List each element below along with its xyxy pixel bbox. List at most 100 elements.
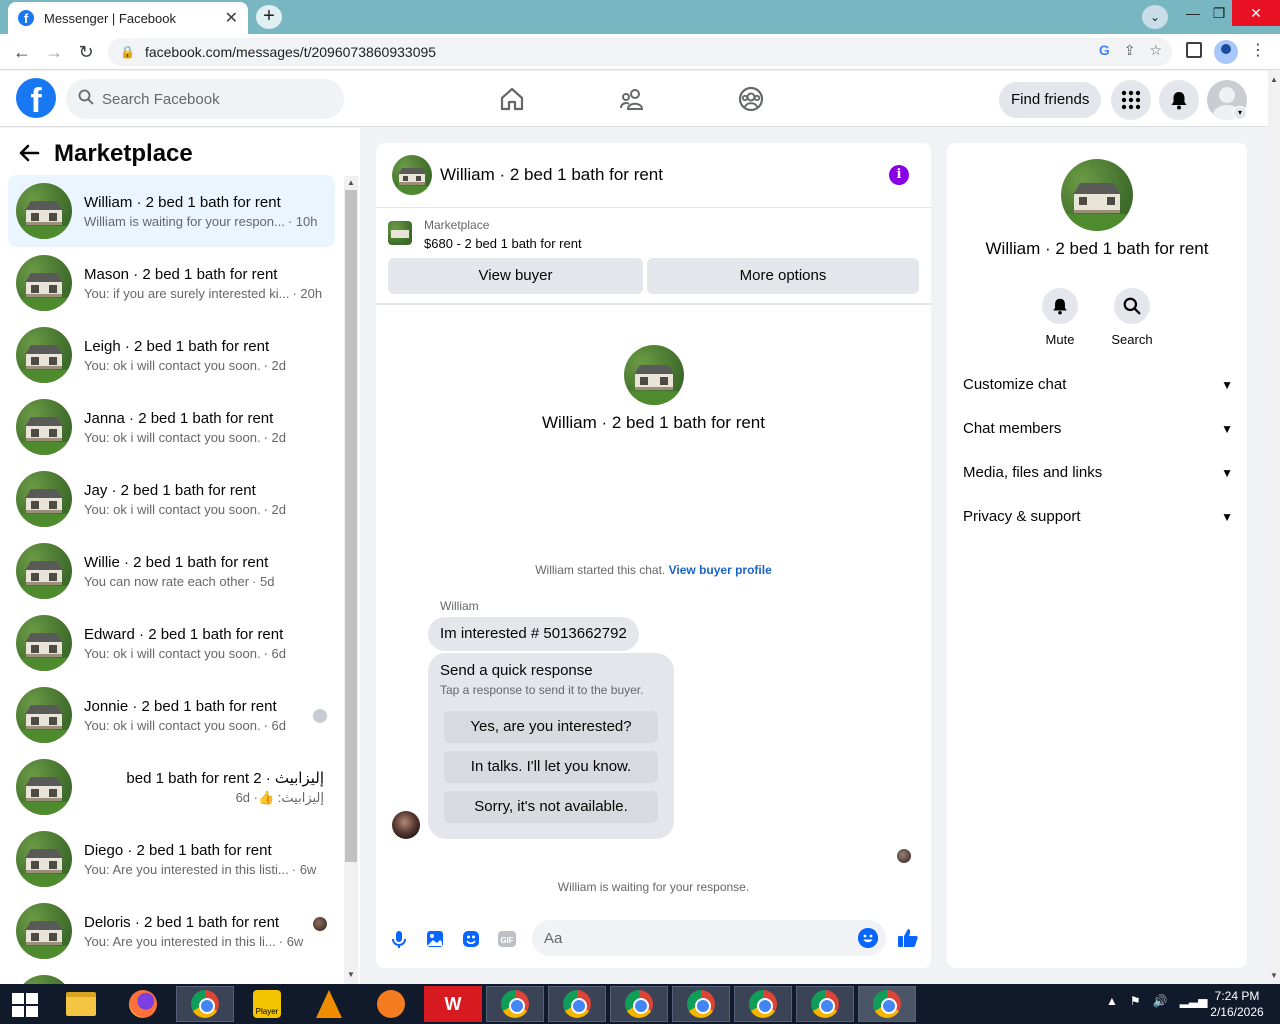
chevron-down-icon: ▼ <box>1221 466 1233 480</box>
new-tab-button[interactable]: + <box>256 5 282 29</box>
groups-icon[interactable] <box>737 85 765 113</box>
conversation-item[interactable]: William · 2 bed 1 bath for rent William i… <box>8 175 335 247</box>
uc-browser-icon[interactable] <box>362 986 420 1022</box>
quick-response-subtitle: Tap a response to send it to the buyer. <box>440 683 644 697</box>
facebook-search[interactable] <box>66 79 344 119</box>
facebook-logo-icon[interactable]: f <box>16 78 56 118</box>
message-input[interactable] <box>532 920 886 956</box>
conversation-item[interactable]: Jay · 2 bed 1 bath for rent You: ok i wil… <box>8 463 335 535</box>
conversation-item[interactable]: إليزابيث · 2 bed 1 bath for rent إليزابيث… <box>8 751 335 823</box>
chat-avatar[interactable] <box>392 155 432 195</box>
chrome-taskbar-icon[interactable] <box>486 986 544 1022</box>
volume-icon[interactable]: 🔊 <box>1153 994 1168 1008</box>
customize-chat-item[interactable]: Customize chat ▼ <box>955 363 1239 407</box>
emoji-icon[interactable] <box>858 928 878 948</box>
share-icon[interactable]: ⇪ <box>1124 42 1136 59</box>
chrome-taskbar-icon[interactable] <box>610 986 668 1022</box>
browser-menu-icon[interactable]: ⋮ <box>1250 40 1266 60</box>
tab-close-icon[interactable]: ✕ <box>225 8 238 28</box>
chrome-taskbar-icon[interactable] <box>796 986 854 1022</box>
chat-members-item[interactable]: Chat members ▼ <box>955 407 1239 451</box>
vlc-icon[interactable] <box>300 986 358 1022</box>
side-panel-icon[interactable] <box>1186 42 1202 58</box>
conversation-preview: You: ok i will contact you soon. <box>84 429 261 445</box>
listing-thumbnail[interactable] <box>388 221 412 245</box>
bookmark-star-icon[interactable]: ☆ <box>1149 42 1162 59</box>
chat-title[interactable]: William · 2 bed 1 bath for rent <box>440 165 663 185</box>
firefox-icon[interactable] <box>114 986 172 1022</box>
reload-icon[interactable]: ↻ <box>74 40 98 64</box>
info-icon[interactable]: i <box>889 165 909 185</box>
back-arrow-icon[interactable]: ← <box>10 40 34 64</box>
conversation-item[interactable]: Janna · 2 bed 1 bath for rent You: ok i w… <box>8 391 335 463</box>
friends-icon[interactable] <box>618 85 646 113</box>
gif-icon[interactable]: GIF <box>496 928 518 950</box>
scroll-up-arrow-icon[interactable]: ▲ <box>344 178 358 187</box>
conversation-item[interactable]: Mason · 2 bed 1 bath for rent You: if you… <box>8 247 335 319</box>
media-player-icon[interactable]: Player <box>238 986 296 1022</box>
page-scrollbar[interactable]: ▲ ▼ <box>1268 71 1280 984</box>
search-chat-button[interactable]: Search <box>1102 288 1162 347</box>
chrome-taskbar-icon[interactable] <box>672 986 730 1022</box>
media-files-links-item[interactable]: Media, files and links ▼ <box>955 451 1239 495</box>
privacy-support-item[interactable]: Privacy & support ▼ <box>955 495 1239 539</box>
conversation-item[interactable]: Leigh · 2 bed 1 bath for rent You: ok i w… <box>8 319 335 391</box>
search-input[interactable] <box>102 90 322 108</box>
window-minimize-button[interactable]: — <box>1180 0 1206 26</box>
windows-start-icon[interactable] <box>12 993 38 1017</box>
window-restore-button[interactable]: ❐ <box>1206 0 1232 26</box>
more-options-button[interactable]: More options <box>647 258 919 294</box>
sticker-icon[interactable] <box>460 928 482 950</box>
address-bar[interactable]: 🔒 facebook.com/messages/t/20960738609330… <box>108 38 1172 66</box>
view-buyer-profile-link[interactable]: View buyer profile <box>669 563 772 577</box>
chrome-taskbar-icon[interactable] <box>176 986 234 1022</box>
chrome-taskbar-icon[interactable] <box>858 986 916 1022</box>
scroll-down-arrow-icon[interactable]: ▼ <box>344 970 358 979</box>
conversation-item[interactable]: Deloris · 2 bed 1 bath for rent You: Are … <box>8 895 335 967</box>
message-bubble[interactable]: Im interested # 5013662792 <box>428 617 639 651</box>
quick-reply-button[interactable]: Yes, are you interested? <box>444 711 658 743</box>
tray-chevron-up-icon[interactable]: ▲ <box>1106 994 1118 1008</box>
notifications-bell-icon[interactable] <box>1159 80 1199 120</box>
conversation-item[interactable]: Willie · 2 bed 1 bath for rent You can no… <box>8 535 335 607</box>
menu-grid-icon[interactable] <box>1111 80 1151 120</box>
scroll-up-arrow-icon[interactable]: ▲ <box>1270 75 1278 84</box>
home-icon[interactable] <box>498 85 526 113</box>
conversation-item[interactable]: Jonnie · 2 bed 1 bath for rent You: ok i … <box>8 679 335 751</box>
mute-button[interactable]: Mute <box>1030 288 1090 347</box>
flag-icon[interactable]: ⚑ <box>1130 994 1141 1008</box>
find-friends-button[interactable]: Find friends <box>999 82 1102 118</box>
quick-reply-button[interactable]: In talks. I'll let you know. <box>444 751 658 783</box>
search-icon[interactable] <box>1114 288 1150 324</box>
conversation-scrollbar-thumb[interactable] <box>345 190 357 862</box>
conversation-item[interactable] <box>8 967 335 984</box>
forward-arrow-icon[interactable]: → <box>42 40 66 64</box>
scroll-down-arrow-icon[interactable]: ▼ <box>1270 971 1278 980</box>
profile-avatar-icon[interactable] <box>1214 40 1238 64</box>
file-explorer-icon[interactable] <box>52 986 110 1022</box>
conversation-item[interactable]: Edward · 2 bed 1 bath for rent You: ok i … <box>8 607 335 679</box>
browser-tab[interactable]: f Messenger | Facebook ✕ <box>8 2 248 34</box>
chrome-taskbar-icon[interactable] <box>734 986 792 1022</box>
conversation-item[interactable]: Diego · 2 bed 1 bath for rent You: Are yo… <box>8 823 335 895</box>
wps-office-icon[interactable]: W <box>424 986 482 1022</box>
view-buyer-button[interactable]: View buyer <box>388 258 643 294</box>
sender-avatar[interactable] <box>392 811 420 839</box>
account-chevron-down-icon[interactable]: ▾ <box>1233 106 1247 120</box>
conversation-name: Willie · 2 bed 1 bath for rent <box>84 553 269 571</box>
quick-reply-button[interactable]: Sorry, it's not available. <box>444 791 658 823</box>
back-arrow-icon[interactable] <box>18 141 40 167</box>
bell-icon[interactable] <box>1042 288 1078 324</box>
chrome-taskbar-icon[interactable] <box>548 986 606 1022</box>
google-lens-icon[interactable]: G <box>1099 42 1110 59</box>
microphone-icon[interactable] <box>388 928 410 950</box>
photo-icon[interactable] <box>424 928 446 950</box>
window-close-button[interactable]: ✕ <box>1232 0 1280 26</box>
taskbar-clock[interactable]: 7:24 PM 2/16/2026 <box>1200 988 1274 1020</box>
lock-icon[interactable]: 🔒 <box>120 45 135 59</box>
conversation-name: Leigh · 2 bed 1 bath for rent <box>84 337 270 355</box>
listing-price[interactable]: $680 - 2 bed 1 bath for rent <box>424 236 582 251</box>
tab-search-chevron-icon[interactable]: ⌄ <box>1142 5 1168 29</box>
conversation-time: · 2d <box>263 501 286 517</box>
thumbs-up-icon[interactable] <box>896 926 920 950</box>
